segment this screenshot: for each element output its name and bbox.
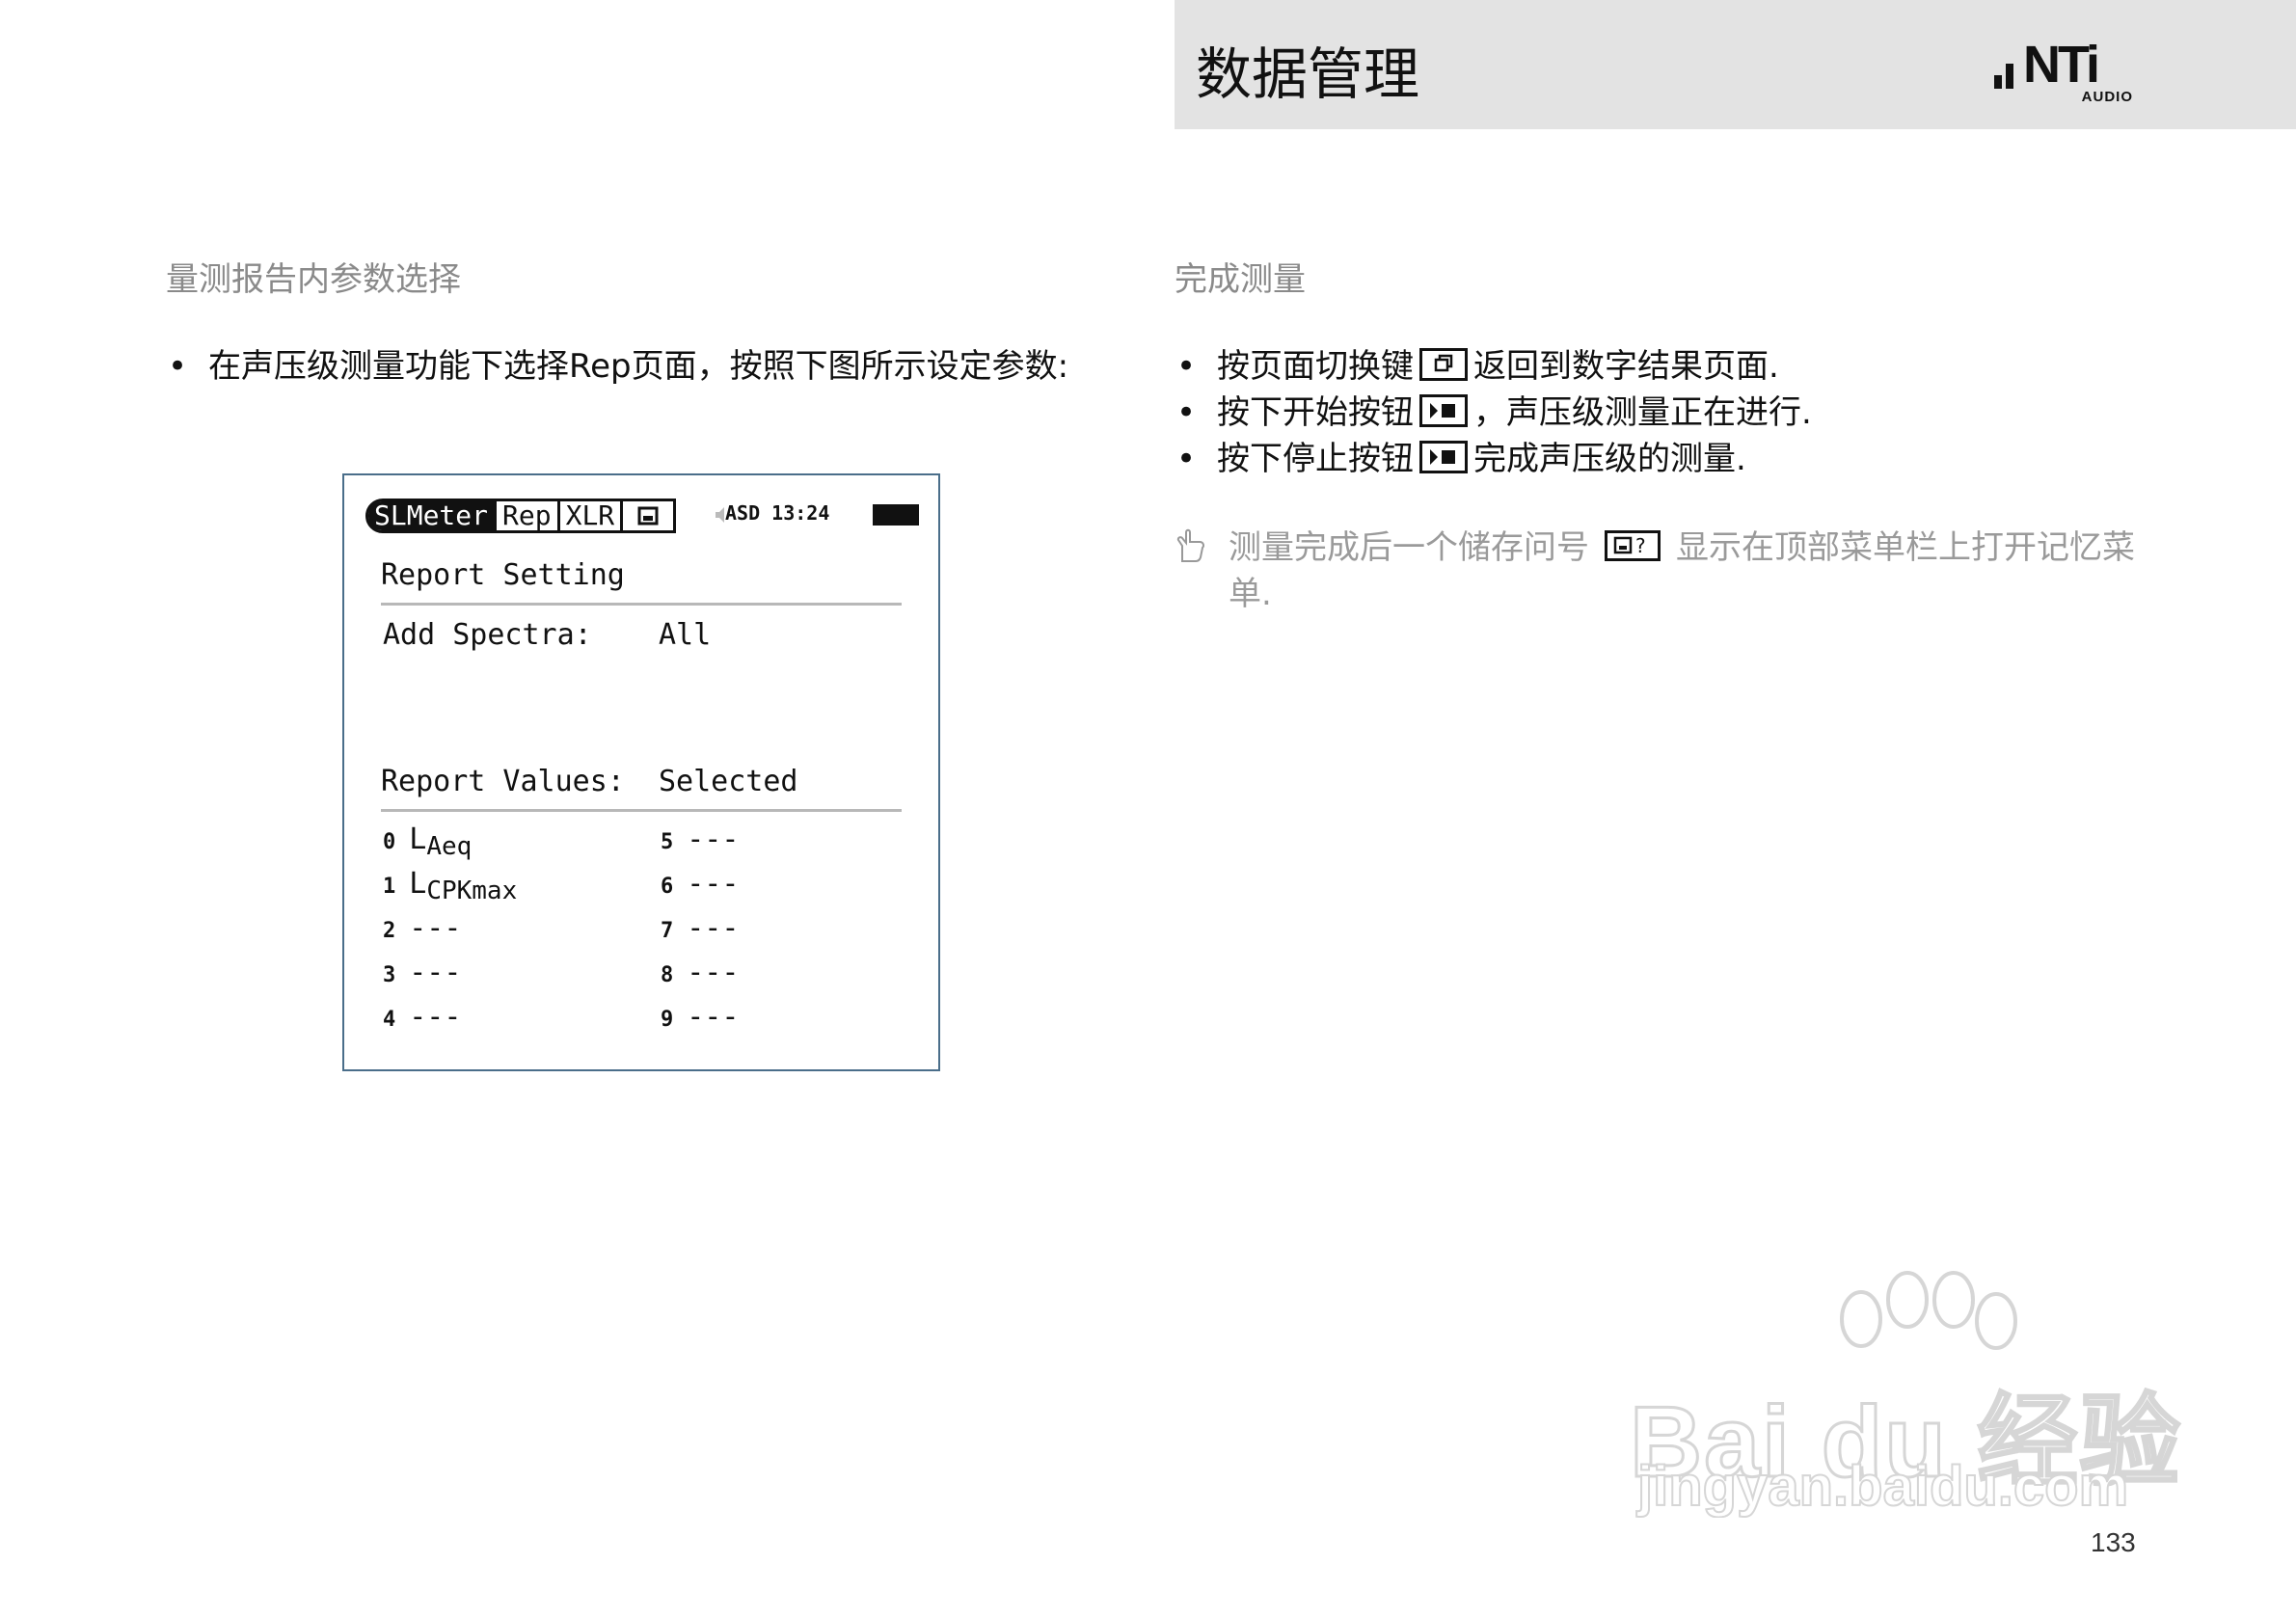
divider bbox=[381, 603, 902, 606]
report-value-7[interactable]: 7 --- bbox=[661, 911, 739, 945]
battery-icon bbox=[873, 504, 919, 526]
status-text: ASD 13:24 bbox=[725, 501, 830, 525]
save-icon bbox=[637, 506, 659, 526]
device-screen: SLMeter Rep XLR ASD 13:24 Report Setting… bbox=[342, 473, 940, 1071]
tab-slmeter[interactable]: SLMeter bbox=[368, 501, 498, 530]
report-value-3[interactable]: 3 --- bbox=[383, 956, 461, 989]
report-value-9[interactable]: 9 --- bbox=[661, 1000, 739, 1034]
logo-text: NTi bbox=[2023, 36, 2100, 94]
start-stop-icon bbox=[1419, 440, 1468, 473]
right-section-heading: 完成测量 bbox=[1175, 260, 1306, 299]
report-value-8[interactable]: 8 --- bbox=[661, 956, 739, 989]
bullet-item: • 按下停止按钮 完成声压级的测量. bbox=[1176, 440, 1746, 478]
save-question-icon: ? bbox=[1605, 529, 1661, 561]
tab-rep[interactable]: Rep bbox=[497, 501, 560, 530]
report-value-1[interactable]: 1 LCPKmax bbox=[383, 867, 517, 905]
report-values-value[interactable]: Selected bbox=[659, 765, 798, 798]
left-bullet-list: • 在声压级测量功能下选择Rep页面，按照下图所示设定参数: bbox=[166, 343, 1068, 390]
report-values-label: Report Values: bbox=[381, 765, 625, 798]
start-stop-icon bbox=[1419, 393, 1468, 427]
report-value-4[interactable]: 4 --- bbox=[383, 1000, 461, 1034]
report-value-0[interactable]: 0 LAeq bbox=[383, 822, 472, 861]
page-switch-icon bbox=[1419, 347, 1468, 381]
logo-subtext: AUDIO bbox=[2081, 89, 2133, 105]
report-value-5[interactable]: 5 --- bbox=[661, 822, 739, 856]
page-title: 数据管理 bbox=[1196, 41, 1420, 107]
bullet-item: • 按下开始按钮 ，声压级测量正在进行. bbox=[1176, 393, 1812, 432]
hand-pointer-icon bbox=[1176, 528, 1204, 562]
svg-text:?: ? bbox=[1635, 534, 1646, 557]
page-number: 133 bbox=[2091, 1527, 2136, 1557]
add-spectra-label: Add Spectra: bbox=[383, 618, 592, 652]
report-value-2[interactable]: 2 --- bbox=[383, 911, 461, 945]
nti-audio-logo: NTi AUDIO bbox=[1994, 36, 2137, 105]
bullet-item: • 在声压级测量功能下选择Rep页面，按照下图所示设定参数: bbox=[168, 347, 1069, 386]
report-value-6[interactable]: 6 --- bbox=[661, 867, 739, 901]
right-bullet-list: • 按页面切换键 返回到数字结果页面. • 按下开始按钮 ，声压级测量正在进行. • 按下… bbox=[1175, 343, 1812, 482]
tab-save[interactable] bbox=[623, 501, 673, 530]
device-tab-bar: SLMeter Rep XLR bbox=[365, 499, 677, 533]
report-setting-label: Report Setting bbox=[381, 558, 625, 592]
bullet-item: • 按页面切换键 返回到数字结果页面. bbox=[1176, 347, 1779, 386]
left-section-heading: 量测报告内参数选择 bbox=[166, 260, 461, 299]
note-text: 测量完成后一个储存问号? 显示在顶部菜单栏上打开记忆菜单. bbox=[1229, 528, 2135, 613]
baidu-jingyan-watermark: Bai du 经验 jingyan.baidu.com bbox=[1629, 1271, 2181, 1531]
divider bbox=[381, 809, 902, 812]
watermark-url: jingyan.baidu.com bbox=[1636, 1454, 2129, 1519]
add-spectra-value[interactable]: All bbox=[659, 618, 711, 652]
tab-xlr[interactable]: XLR bbox=[560, 501, 624, 530]
